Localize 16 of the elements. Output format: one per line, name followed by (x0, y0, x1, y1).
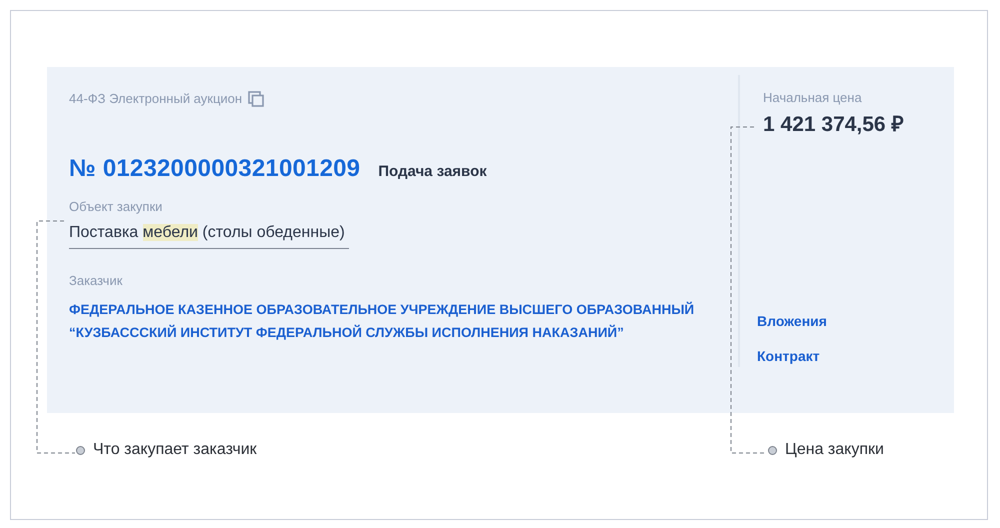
tender-status: Подача заявок (378, 163, 487, 180)
price-value: 1 421 374,56 ₽ (763, 112, 904, 137)
annotation-dot-icon (768, 446, 777, 454)
annotation-text: Что закупает заказчик (93, 441, 257, 459)
copy-icon[interactable] (248, 91, 264, 107)
price-label: Начальная цена (763, 90, 863, 106)
customer-link[interactable]: ФЕДЕРАЛЬНОЕ КАЗЕННОЕ ОБРАЗОВАТЕЛЬНОЕ УЧРЕЖДЕНИЕ ВЫСШЕГО ОБРАЗОВАННЫЙ “КУЗБАССCКИЙ ИНСТИТУТ ФЕДЕРАЛЬНОЙ СЛУЖБЫ ИСПОЛНЕНИЯ НАКАЗАНИЙ” (69, 299, 705, 344)
subject-text: Поставка мебели (столы обеденные) (69, 224, 349, 249)
tab-link[interactable]: Вложения (757, 310, 954, 332)
procedure-type: 44-ФЗ Электронный аукцион (69, 91, 242, 107)
annotation-text: Цена закупки (785, 441, 884, 459)
tab-link[interactable]: Контракт (757, 345, 954, 367)
field-label: Объект закупки (69, 199, 164, 215)
annotation-dot-icon (76, 446, 85, 454)
tender-number: № 0123200000321001209 (69, 155, 360, 183)
field-label: Заказчик (69, 273, 124, 289)
